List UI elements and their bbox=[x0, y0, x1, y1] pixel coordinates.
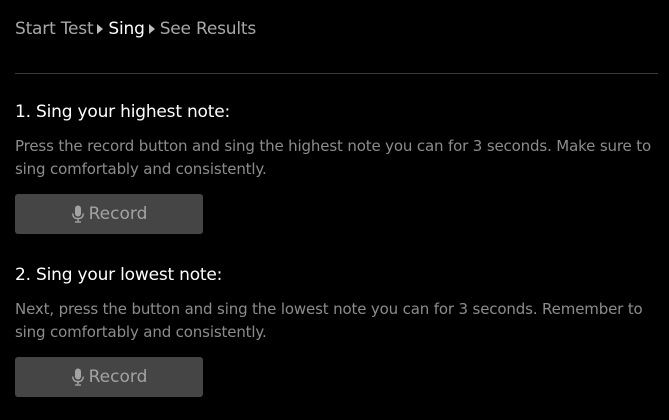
step-lowest-note: 2. Sing your lowest note: Next, press th… bbox=[15, 262, 660, 397]
breadcrumb-separator-icon bbox=[148, 24, 155, 34]
step-description: Next, press the button and sing the lowe… bbox=[15, 300, 643, 341]
breadcrumb-sing: Sing bbox=[108, 19, 145, 39]
divider bbox=[15, 73, 658, 74]
microphone-icon bbox=[71, 368, 84, 386]
step-heading: 1. Sing your highest note: bbox=[15, 102, 231, 122]
step-description: Press the record button and sing the hig… bbox=[15, 137, 652, 178]
breadcrumb-separator-icon bbox=[97, 24, 104, 34]
breadcrumb-see-results[interactable]: See Results bbox=[160, 19, 257, 39]
record-highest-button[interactable]: Record bbox=[15, 194, 203, 234]
step-heading: 2. Sing your lowest note: bbox=[15, 265, 223, 285]
microphone-icon bbox=[71, 205, 84, 223]
record-button-label: Record bbox=[88, 204, 148, 224]
breadcrumb: Start Test Sing See Results bbox=[15, 17, 256, 41]
breadcrumb-start-test[interactable]: Start Test bbox=[15, 19, 94, 39]
record-button-label: Record bbox=[88, 367, 148, 387]
record-lowest-button[interactable]: Record bbox=[15, 357, 203, 397]
step-highest-note: 1. Sing your highest note: Press the rec… bbox=[15, 99, 660, 234]
